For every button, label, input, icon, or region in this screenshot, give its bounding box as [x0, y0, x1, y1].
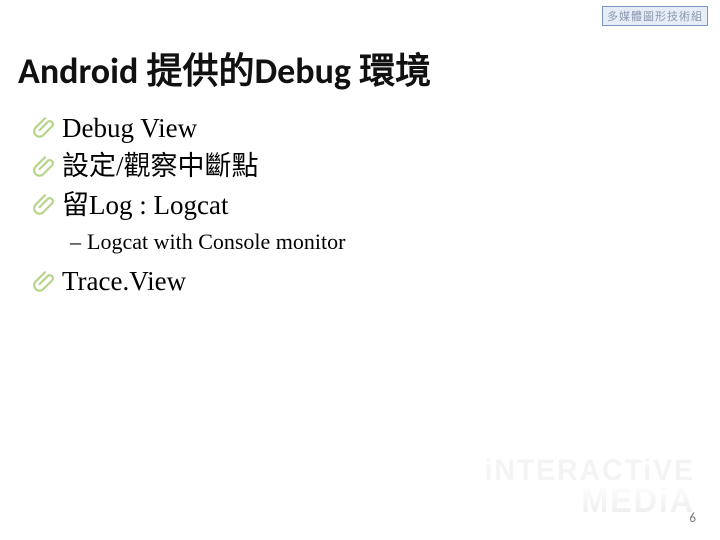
org-badge: 多媒體圖形技術組 — [602, 6, 708, 26]
watermark: iNTERACTiVE MEDiA — [479, 456, 700, 518]
sub-list-item: –Logcat with Console monitor — [70, 229, 622, 255]
slide-title: Android 提供的Debug 環境 — [18, 42, 431, 94]
bullet-text: Debug View — [62, 110, 197, 146]
bullet-text: 設定/觀察中斷點 — [62, 148, 259, 184]
paperclip-icon — [32, 269, 58, 295]
page-number: 6 — [689, 511, 696, 526]
list-item: Debug View — [62, 110, 622, 146]
list-item: 留Log : Logcat — [62, 187, 622, 223]
watermark-bottom: MEDiA — [484, 484, 694, 518]
list-item: Trace.View — [62, 263, 622, 299]
bullet-text: Trace.View — [62, 263, 186, 299]
subbullet-text: Logcat with Console monitor — [87, 229, 345, 254]
paperclip-icon — [32, 154, 58, 180]
paperclip-icon — [32, 192, 58, 218]
bullet-text: 留Log : Logcat — [62, 187, 228, 223]
paperclip-icon — [32, 115, 58, 141]
content-block: Debug View 設定/觀察中斷點 留Log : Logcat –Logca… — [62, 110, 622, 302]
dash-icon: – — [70, 229, 81, 254]
list-item: 設定/觀察中斷點 — [62, 148, 622, 184]
